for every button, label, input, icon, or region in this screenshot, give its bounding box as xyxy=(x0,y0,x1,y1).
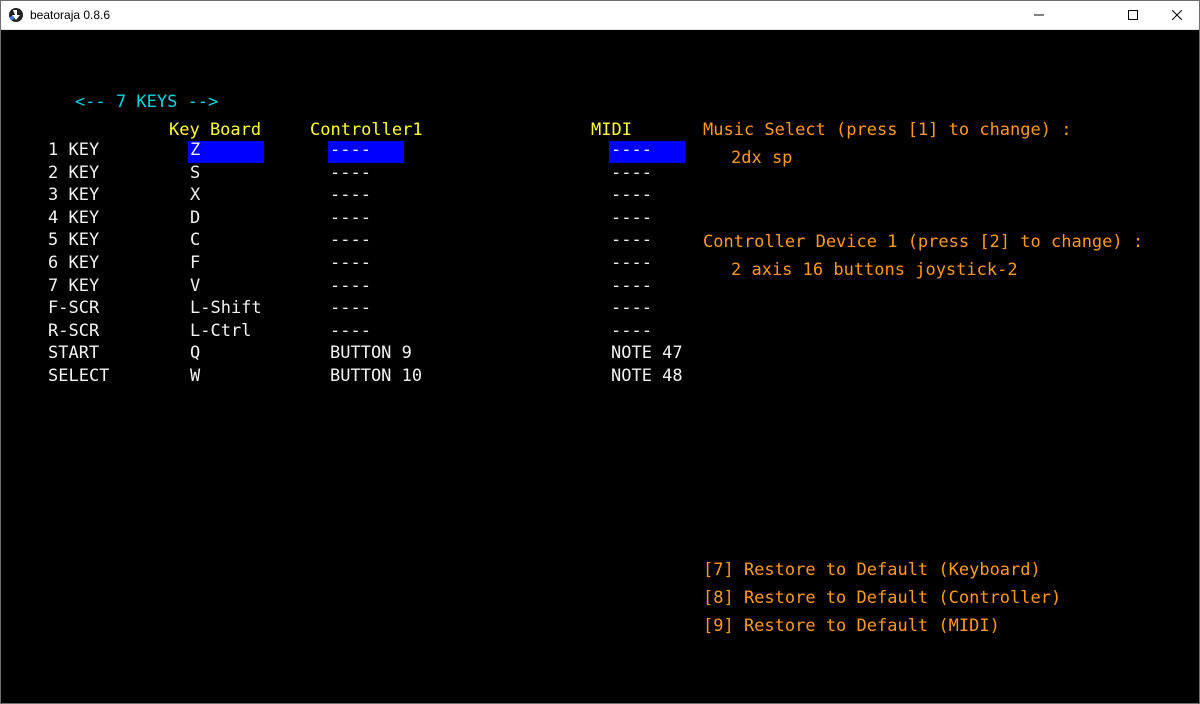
keyboard-binding[interactable]: Z xyxy=(190,139,200,161)
key-name-label: 1 KEY xyxy=(48,140,100,160)
key-name-label: 3 KEY xyxy=(48,185,100,205)
keyboard-binding[interactable]: L-Shift xyxy=(190,297,262,319)
beatoraja-icon xyxy=(9,8,23,22)
controller-binding[interactable]: ---- xyxy=(330,184,371,206)
controller-binding[interactable]: ---- xyxy=(330,252,371,274)
keyboard-binding[interactable]: C xyxy=(190,229,200,251)
controller-binding[interactable]: ---- xyxy=(330,207,371,229)
key-name-label: 7 KEY xyxy=(48,276,100,296)
keyboard-binding[interactable]: W xyxy=(190,365,200,387)
midi-header: MIDI xyxy=(591,120,632,140)
restore-keyboard-option[interactable]: [7] Restore to Default (Keyboard) xyxy=(703,559,1041,581)
key-name-label: SELECT xyxy=(48,366,110,386)
maximize-button[interactable] xyxy=(1110,0,1156,30)
midi-binding[interactable]: NOTE 48 xyxy=(611,365,683,387)
music-select-label: Music Select (press [1] to change) : xyxy=(703,120,1072,140)
minimize-icon xyxy=(1034,14,1044,16)
controller-binding[interactable]: ---- xyxy=(330,275,371,297)
mode-label[interactable]: <-- 7 KEYS --> xyxy=(75,91,218,113)
close-button[interactable] xyxy=(1154,0,1200,30)
controller-binding[interactable]: BUTTON 10 xyxy=(330,365,422,387)
key-name-label: 5 KEY xyxy=(48,230,100,250)
midi-binding[interactable]: ---- xyxy=(611,297,652,319)
controller-binding[interactable]: BUTTON 9 xyxy=(330,342,412,364)
minimize-button[interactable] xyxy=(1016,0,1062,30)
key-name-label: 2 KEY xyxy=(48,163,100,183)
controller-binding[interactable]: ---- xyxy=(330,162,371,184)
keyboard-binding[interactable]: F xyxy=(190,252,200,274)
key-name-label: 6 KEY xyxy=(48,253,100,273)
maximize-icon xyxy=(1128,10,1138,20)
midi-binding[interactable]: ---- xyxy=(611,207,652,229)
keyboard-binding[interactable]: Q xyxy=(190,342,200,364)
controller-binding[interactable]: ---- xyxy=(330,139,371,161)
controller-binding[interactable]: ---- xyxy=(330,297,371,319)
restore-controller-option[interactable]: [8] Restore to Default (Controller) xyxy=(703,587,1061,609)
midi-binding[interactable]: ---- xyxy=(611,229,652,251)
controller-binding[interactable]: ---- xyxy=(330,320,371,342)
controller-device-label: Controller Device 1 (press [2] to change… xyxy=(703,232,1144,252)
keyboard-header: Key Board xyxy=(169,120,262,140)
title-bar[interactable]: beatoraja 0.8.6 xyxy=(0,0,1200,30)
keyboard-binding[interactable]: D xyxy=(190,207,200,229)
controller-binding[interactable]: ---- xyxy=(330,229,371,251)
midi-binding[interactable]: ---- xyxy=(611,252,652,274)
restore-midi-option[interactable]: [9] Restore to Default (MIDI) xyxy=(703,615,1000,637)
midi-binding[interactable]: NOTE 47 xyxy=(611,342,683,364)
window-title: beatoraja 0.8.6 xyxy=(30,8,111,22)
close-icon xyxy=(1172,10,1182,20)
midi-binding[interactable]: ---- xyxy=(611,162,652,184)
key-name-label: START xyxy=(48,343,100,363)
keyboard-binding[interactable]: L-Ctrl xyxy=(190,320,251,342)
keyboard-binding[interactable]: V xyxy=(190,275,200,297)
midi-binding[interactable]: ---- xyxy=(611,139,652,161)
keyboard-binding[interactable]: S xyxy=(190,162,200,184)
controller-device-value[interactable]: 2 axis 16 buttons joystick-2 xyxy=(731,259,1018,281)
key-name-label: F-SCR xyxy=(48,298,100,318)
music-select-value[interactable]: 2dx sp xyxy=(731,147,792,169)
keyboard-binding[interactable]: X xyxy=(190,184,200,206)
midi-binding[interactable]: ---- xyxy=(611,184,652,206)
key-name-label: 4 KEY xyxy=(48,208,100,228)
midi-binding[interactable]: ---- xyxy=(611,320,652,342)
midi-binding[interactable]: ---- xyxy=(611,275,652,297)
key-name-label: R-SCR xyxy=(48,321,100,341)
controller-header: Controller1 xyxy=(310,120,423,140)
